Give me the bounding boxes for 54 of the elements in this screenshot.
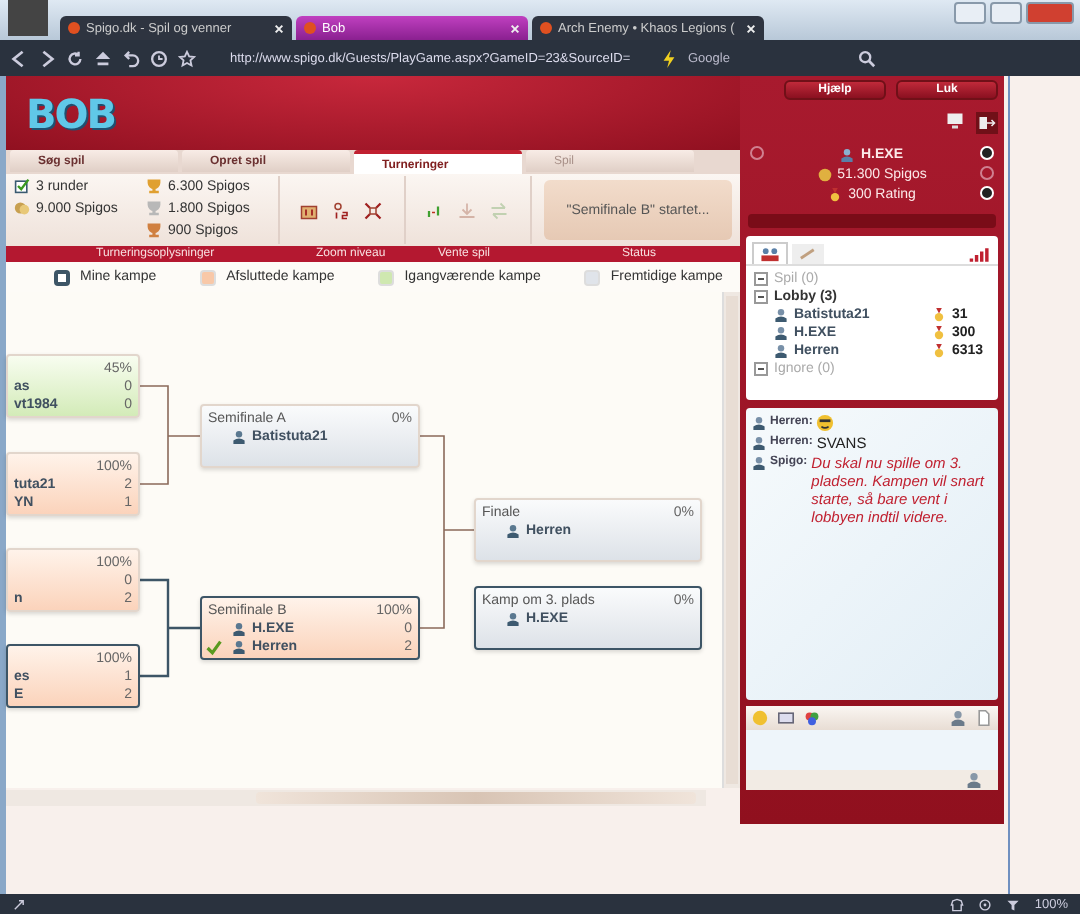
player-icon bbox=[232, 430, 246, 444]
fit-icon[interactable] bbox=[364, 201, 382, 219]
addon-icon[interactable] bbox=[12, 897, 26, 911]
monitor-icon[interactable] bbox=[946, 112, 964, 130]
user-icon bbox=[774, 344, 788, 358]
signal-icon bbox=[968, 246, 992, 264]
user-icon bbox=[752, 416, 766, 430]
coin-icon bbox=[817, 168, 832, 182]
user-icon bbox=[840, 148, 855, 162]
vertical-scrollbar[interactable] bbox=[722, 292, 740, 788]
coins-icon bbox=[14, 200, 30, 216]
send-icon[interactable] bbox=[966, 772, 982, 788]
back-icon[interactable] bbox=[10, 49, 28, 67]
clock-icon[interactable] bbox=[150, 49, 168, 67]
player-icon bbox=[506, 612, 520, 626]
forward-icon[interactable] bbox=[38, 49, 56, 67]
user-icon bbox=[752, 436, 766, 450]
lightning-icon[interactable] bbox=[660, 49, 678, 67]
medal-icon bbox=[828, 188, 843, 202]
star-icon[interactable] bbox=[178, 49, 196, 67]
settings-icon[interactable] bbox=[750, 146, 764, 160]
exit-icon[interactable] bbox=[976, 112, 998, 134]
wrench-icon bbox=[798, 246, 818, 262]
checkbox-icon bbox=[14, 178, 30, 194]
search-icon[interactable] bbox=[858, 49, 876, 67]
users-icon bbox=[760, 246, 780, 262]
avatar-placeholder bbox=[8, 0, 48, 36]
users-tab[interactable] bbox=[752, 242, 788, 264]
zoom-two-icon[interactable] bbox=[332, 201, 350, 219]
medal-icon bbox=[932, 326, 946, 340]
document-icon[interactable] bbox=[976, 710, 992, 726]
chat-input[interactable] bbox=[746, 730, 998, 770]
logo[interactable]: BOB bbox=[26, 89, 115, 137]
connector-line bbox=[138, 578, 202, 678]
connector-line bbox=[139, 385, 201, 485]
user-icon bbox=[752, 456, 766, 470]
zoom-one-icon[interactable] bbox=[300, 201, 318, 219]
collapse-icon[interactable] bbox=[754, 362, 768, 376]
player-icon bbox=[506, 524, 520, 538]
color-palette-icon[interactable] bbox=[804, 710, 820, 726]
target-icon[interactable] bbox=[978, 897, 993, 911]
player-icon bbox=[232, 622, 246, 636]
horizontal-scrollbar[interactable] bbox=[6, 790, 706, 806]
image-icon[interactable] bbox=[778, 710, 794, 726]
user-icon bbox=[774, 308, 788, 322]
medal-icon bbox=[932, 344, 946, 358]
smiley-icon bbox=[816, 414, 835, 432]
shirt-icon[interactable] bbox=[950, 897, 965, 911]
player-icon bbox=[232, 640, 246, 654]
user-icon bbox=[774, 326, 788, 340]
reload-icon[interactable] bbox=[66, 49, 84, 67]
medal-icon bbox=[932, 308, 946, 322]
user-icon[interactable] bbox=[950, 710, 966, 726]
undo-icon[interactable] bbox=[122, 49, 140, 67]
